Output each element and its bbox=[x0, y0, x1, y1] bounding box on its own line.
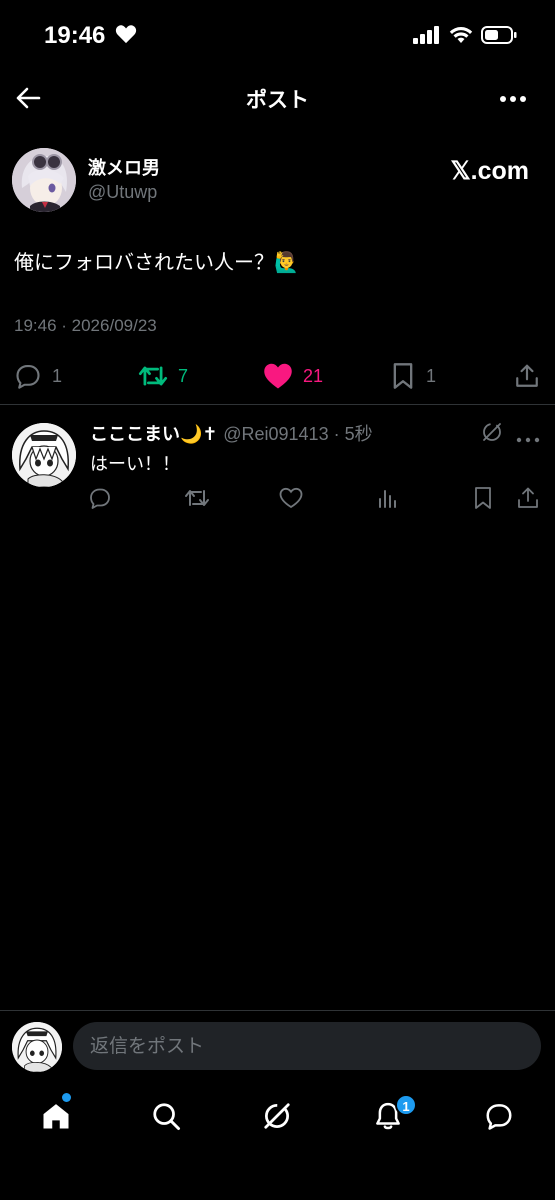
search-icon bbox=[153, 1103, 180, 1130]
more-options-button[interactable] bbox=[499, 88, 529, 108]
reply-handle[interactable]: @Rei091413 bbox=[223, 424, 328, 444]
tab-grok[interactable] bbox=[259, 1098, 295, 1134]
views-chart-icon bbox=[379, 490, 396, 508]
like-count: 21 bbox=[303, 365, 324, 386]
reply-bookmark-button[interactable] bbox=[472, 486, 494, 514]
post-timestamp[interactable]: 19:46 · 2026/09/23 bbox=[14, 316, 157, 336]
grok-icon bbox=[483, 423, 501, 441]
author-avatar[interactable] bbox=[12, 148, 76, 212]
home-icon bbox=[43, 1104, 69, 1129]
reply-views-button[interactable] bbox=[376, 486, 400, 514]
tab-home[interactable] bbox=[38, 1098, 74, 1134]
bookmark-icon bbox=[393, 363, 413, 389]
status-icons bbox=[413, 26, 517, 48]
reply-display-name[interactable]: こここまい🌙✝ bbox=[90, 424, 218, 445]
wifi-icon bbox=[449, 26, 473, 48]
page-title: ポスト bbox=[246, 88, 309, 112]
my-avatar[interactable] bbox=[12, 1022, 62, 1072]
battery-icon bbox=[481, 26, 517, 48]
reply-time[interactable]: 5秒 bbox=[345, 424, 373, 444]
repost-icon bbox=[185, 490, 209, 506]
post-text: 俺にフォロバされたい人ー？🙋‍♂️ bbox=[14, 250, 299, 274]
avatar-image bbox=[12, 423, 76, 487]
heart-status-icon bbox=[115, 24, 137, 48]
tab-messages[interactable] bbox=[481, 1098, 517, 1134]
like-button[interactable]: 21 bbox=[263, 362, 323, 390]
tab-search[interactable] bbox=[148, 1098, 184, 1134]
home-unread-dot bbox=[62, 1093, 71, 1102]
reply-text: はーい！！ bbox=[90, 454, 180, 475]
heart-filled-icon bbox=[264, 363, 292, 389]
reply-reply-button[interactable] bbox=[88, 486, 112, 514]
heart-icon bbox=[279, 487, 303, 509]
signal-icon bbox=[413, 26, 441, 48]
chat-bubble-icon bbox=[486, 1104, 512, 1130]
reply-icon bbox=[16, 365, 40, 389]
status-time: 19:46 bbox=[44, 22, 106, 49]
reply-header: こここまい🌙✝ @Rei091413 · 5秒 bbox=[90, 420, 373, 446]
reply-button[interactable]: 1 bbox=[14, 362, 62, 390]
repost-count: 7 bbox=[178, 365, 189, 386]
reply-icon bbox=[90, 488, 110, 509]
notifications-badge: 1 bbox=[395, 1094, 417, 1116]
avatar-image bbox=[12, 1022, 62, 1072]
reply-grok-button[interactable] bbox=[480, 420, 504, 448]
repost-button[interactable]: 7 bbox=[138, 362, 188, 390]
bookmark-icon bbox=[475, 487, 491, 509]
reply-share-button[interactable] bbox=[516, 486, 540, 514]
reply-author-avatar[interactable] bbox=[12, 423, 76, 487]
avatar-image bbox=[12, 148, 76, 212]
more-dots-icon bbox=[516, 437, 540, 443]
bookmark-count: 1 bbox=[426, 365, 437, 386]
share-button[interactable] bbox=[514, 362, 540, 390]
post-divider bbox=[0, 404, 555, 405]
reply-separator-dot: · bbox=[328, 424, 345, 444]
x-com-badge: 𝕏.com bbox=[450, 157, 530, 185]
reply-like-button[interactable] bbox=[279, 486, 303, 514]
share-icon bbox=[518, 487, 538, 508]
bookmark-button[interactable]: 1 bbox=[390, 362, 436, 390]
more-dots-icon bbox=[500, 96, 526, 102]
composer-divider bbox=[0, 1010, 555, 1011]
author-display-name[interactable]: 激メロ男 bbox=[88, 154, 160, 180]
reply-count: 1 bbox=[52, 365, 63, 386]
share-icon bbox=[516, 364, 538, 387]
reply-repost-button[interactable] bbox=[184, 486, 210, 514]
reply-composer-input[interactable] bbox=[73, 1022, 541, 1070]
reply-more-button[interactable] bbox=[516, 428, 540, 447]
grok-icon bbox=[264, 1103, 290, 1129]
author-handle[interactable]: @Utuwp bbox=[88, 182, 157, 203]
repost-icon bbox=[138, 366, 168, 386]
